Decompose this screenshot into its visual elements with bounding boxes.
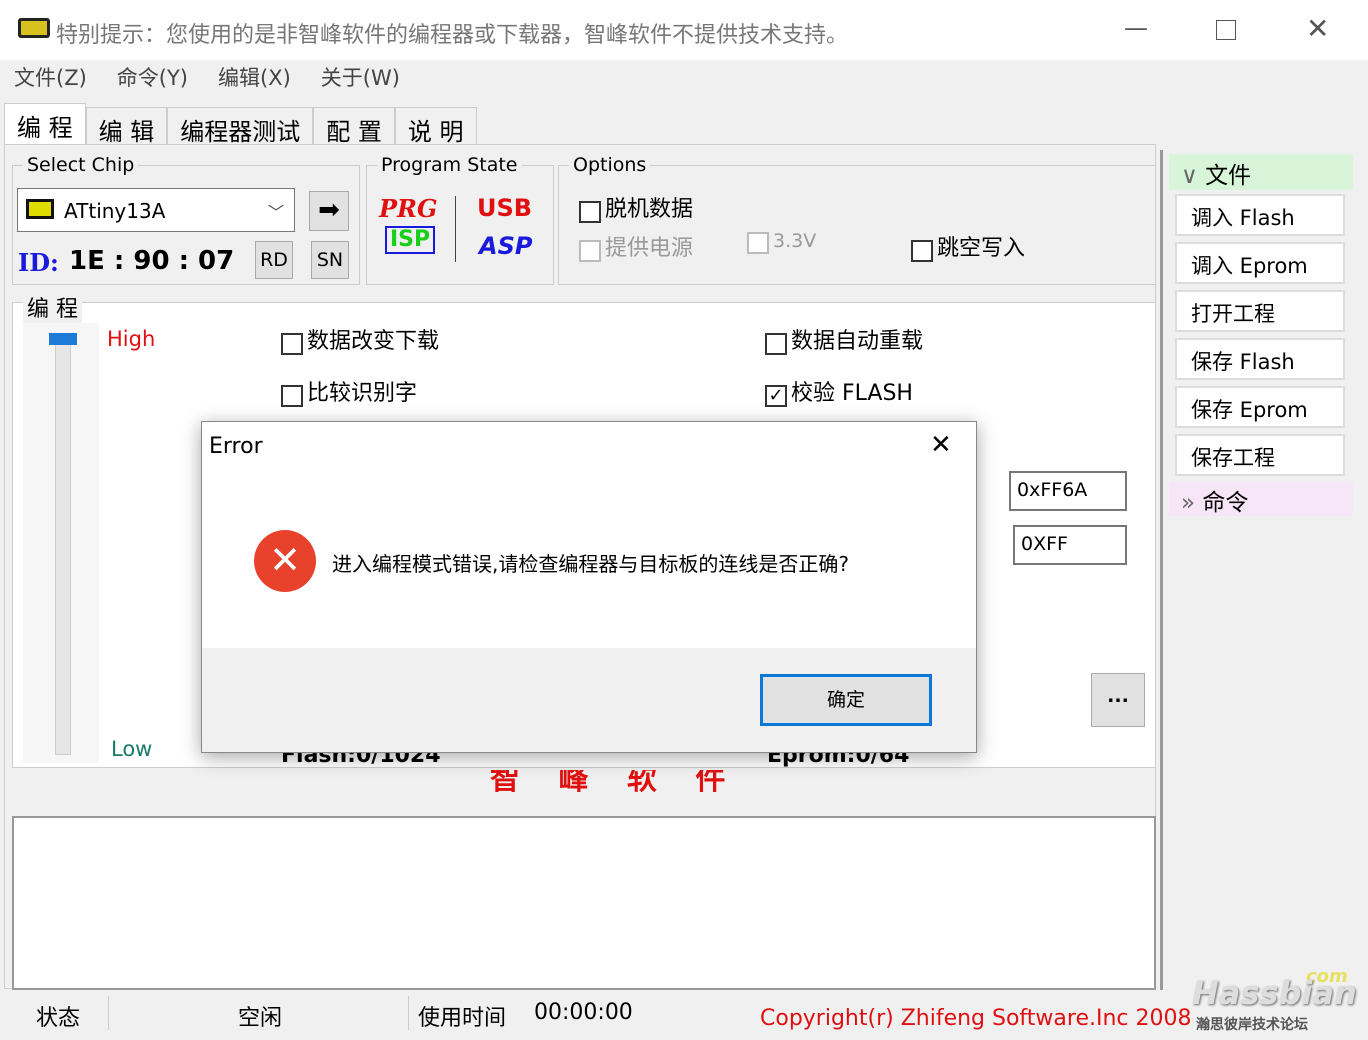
- skip-empty-checkbox[interactable]: 跳空写入: [911, 230, 1025, 262]
- close-button[interactable]: ✕: [1306, 12, 1329, 45]
- sidebar-file-header[interactable]: ∨ 文件: [1169, 154, 1353, 190]
- tab-config[interactable]: 配 置: [313, 107, 395, 146]
- sidebar-item-open-project[interactable]: 打开工程: [1175, 290, 1345, 332]
- options-label: Options: [569, 154, 651, 176]
- sidebar: ∨ 文件 调入 Flash 调入 Eprom 打开工程 保存 Flash 保存 …: [1160, 150, 1358, 990]
- slider-thumb[interactable]: [49, 333, 77, 345]
- verify-flash-checkbox[interactable]: ✓ 校验 FLASH: [765, 375, 913, 407]
- brand-banner: 智 峰 软 件: [12, 770, 1156, 816]
- avr-chip-icon: [26, 199, 54, 219]
- status-bar: 状态 空闲 使用时间 00:00:00 Copyright(r) Zhifeng…: [10, 994, 1358, 1034]
- copyright-text: Copyright(r) Zhifeng Software.Inc 2008: [760, 1006, 1192, 1031]
- dialog-footer: 确定: [202, 648, 976, 752]
- options-group: Options 脱机数据 提供电源 3.3V 跳空写入: [558, 154, 1156, 285]
- tab-edit[interactable]: 编 辑: [85, 107, 168, 146]
- status-value: 空闲: [238, 1006, 283, 1031]
- chevron-down-icon: ﹀: [268, 203, 285, 222]
- chip-select[interactable]: ATtiny13A ﹀: [17, 188, 295, 232]
- elapsed-time-label: 使用时间: [418, 1006, 507, 1031]
- select-arrow-button[interactable]: ➡: [309, 191, 349, 231]
- divider: [408, 996, 409, 1030]
- chip-app-icon: [18, 18, 50, 38]
- sidebar-item-load-flash[interactable]: 调入 Flash: [1175, 194, 1345, 236]
- tab-help[interactable]: 说 明: [394, 107, 477, 146]
- program-label: 编 程: [23, 291, 82, 323]
- chip-value: ATtiny13A: [64, 199, 166, 223]
- error-icon: ✕: [254, 530, 316, 592]
- tab-program[interactable]: 编 程: [4, 103, 86, 145]
- sidebar-item-save-flash[interactable]: 保存 Flash: [1175, 338, 1345, 380]
- select-chip-group: Select Chip ATtiny13A ﹀ ➡ ID: 1E : 90 : …: [12, 154, 360, 285]
- offline-data-checkbox[interactable]: 脱机数据: [579, 191, 693, 223]
- sidebar-item-save-eprom[interactable]: 保存 Eprom: [1175, 386, 1345, 428]
- sidebar-item-load-eprom[interactable]: 调入 Eprom: [1175, 242, 1345, 284]
- slider-track: [55, 335, 71, 755]
- program-state-group: Program State PRG ISP USB ASP: [366, 154, 554, 285]
- chevron-down-icon: ∨: [1181, 163, 1198, 189]
- minimize-button[interactable]: —: [1124, 14, 1148, 42]
- fuse-field-2[interactable]: 0XFF: [1013, 525, 1127, 565]
- menu-command[interactable]: 命令(Y): [117, 62, 188, 92]
- speed-slider[interactable]: [23, 323, 99, 763]
- chevron-right-icon: »: [1181, 490, 1196, 516]
- ok-button[interactable]: 确定: [760, 674, 932, 726]
- menu-file[interactable]: 文件(Z): [14, 62, 87, 92]
- menu-about[interactable]: 关于(W): [321, 62, 400, 92]
- menu-edit[interactable]: 编辑(X): [218, 62, 291, 92]
- more-button[interactable]: ...: [1091, 673, 1145, 727]
- sidebar-item-save-project[interactable]: 保存工程: [1175, 434, 1345, 476]
- sn-button[interactable]: SN: [311, 241, 349, 279]
- sidebar-command-header[interactable]: » 命令: [1169, 482, 1353, 516]
- isp-indicator: ISP: [385, 226, 436, 254]
- prg-indicator: PRG: [379, 194, 438, 223]
- dialog-title: Error: [209, 434, 263, 459]
- error-dialog: Error ✕ ✕ 进入编程模式错误,请检查编程器与目标板的连线是否正确? 确定: [201, 421, 977, 753]
- menu-bar: 文件(Z) 命令(Y) 编辑(X) 关于(W): [14, 62, 400, 92]
- select-chip-label: Select Chip: [23, 154, 139, 176]
- asp-indicator: ASP: [479, 232, 533, 260]
- usb-indicator: USB: [477, 194, 533, 222]
- fuse-field-1[interactable]: 0xFF6A: [1009, 471, 1127, 511]
- program-state-label: Program State: [377, 154, 522, 176]
- watermark-logo: Hassbian: [1192, 974, 1357, 1012]
- voltage-3v3-checkbox[interactable]: 3.3V: [747, 230, 816, 254]
- maximize-button[interactable]: [1216, 20, 1236, 40]
- data-auto-reload-checkbox[interactable]: 数据自动重载: [765, 323, 923, 355]
- dialog-message: 进入编程模式错误,请检查编程器与目标板的连线是否正确?: [332, 552, 849, 576]
- low-label: Low: [111, 737, 153, 761]
- status-label: 状态: [36, 1006, 81, 1031]
- data-change-download-checkbox[interactable]: 数据改变下载: [281, 323, 439, 355]
- high-label: High: [107, 327, 156, 351]
- log-area[interactable]: [12, 816, 1156, 990]
- tab-programmer-test[interactable]: 编程器测试: [167, 107, 314, 146]
- dialog-close-button[interactable]: ✕: [930, 430, 952, 460]
- tab-bar: 编 程 编 辑 编程器测试 配 置 说 明: [4, 103, 477, 146]
- provide-power-checkbox[interactable]: 提供电源: [579, 230, 693, 262]
- divider: [108, 996, 109, 1030]
- state-divider: [455, 196, 456, 262]
- chip-id-value: 1E : 90 : 07: [69, 246, 235, 276]
- window-title: 特别提示：您使用的是非智峰软件的编程器或下载器，智峰软件不提供技术支持。: [56, 23, 849, 48]
- watermark-subtitle: 瀚思彼岸技术论坛: [1196, 1017, 1308, 1033]
- brand-text: 智 峰 软 件: [490, 770, 740, 797]
- title-bar: 特别提示：您使用的是非智峰软件的编程器或下载器，智峰软件不提供技术支持。 — ✕: [0, 0, 1368, 60]
- id-label: ID:: [18, 248, 59, 277]
- elapsed-time-value: 00:00:00: [534, 1000, 633, 1025]
- compare-id-checkbox[interactable]: 比较识别字: [281, 375, 417, 407]
- rd-button[interactable]: RD: [255, 241, 293, 279]
